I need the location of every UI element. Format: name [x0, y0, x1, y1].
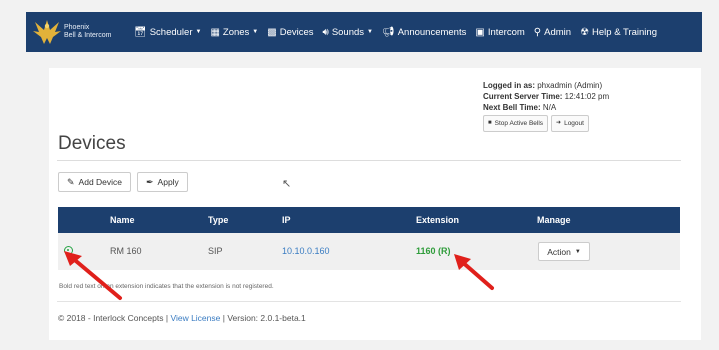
nav-announcements-label: Announcements [397, 26, 467, 38]
column-header-name: Name [110, 215, 135, 225]
nav-intercom-label: Intercom [487, 26, 525, 38]
nav-help[interactable]: ☢ Help & Training [580, 27, 657, 38]
top-navbar: Phoenix Bell & Intercom 📅︎ Scheduler ▼ ▦… [26, 12, 702, 52]
brand-line1: Phoenix [64, 24, 90, 31]
help-icon: ☢ [580, 26, 590, 38]
device-ip-link[interactable]: 10.10.0.160 [282, 246, 330, 256]
brand[interactable]: Phoenix Bell & Intercom [26, 16, 134, 48]
edit-icon: ✎ [67, 176, 75, 187]
page-title: Devices [58, 133, 126, 154]
device-extension: 1160 (R) [416, 246, 451, 256]
column-header-extension: Extension [416, 215, 460, 225]
nav-announcements[interactable]: 📢︎ Announcements [382, 27, 466, 38]
annotation-arrow-icon [454, 254, 494, 290]
brand-line2: Bell & Intercom [64, 32, 112, 39]
nav-zones[interactable]: ▦ Zones ▼ [210, 27, 258, 38]
table-header: Name Type IP Extension Manage [58, 207, 680, 233]
version-text: | Version: 2.0.1-beta.1 [222, 313, 306, 323]
zones-icon: ▦ [210, 26, 220, 38]
brand-text: Phoenix Bell & Intercom [64, 24, 111, 40]
server-time-label: Current Server Time: [483, 92, 563, 101]
stop-icon: ■ [488, 120, 492, 126]
apply-button[interactable]: ✒ Apply [137, 172, 188, 192]
nav-devices-label: Devices [279, 26, 314, 38]
nav-scheduler[interactable]: 📅︎ Scheduler ▼ [134, 27, 201, 38]
nav-sounds-label: Sounds [331, 26, 365, 38]
user-info: Logged in as: phxadmin (Admin) Current S… [483, 80, 609, 132]
add-device-button[interactable]: ✎ Add Device [58, 172, 132, 192]
column-header-manage: Manage [537, 215, 571, 225]
intercom-icon: ▣ [475, 26, 485, 38]
nav-help-label: Help & Training [592, 26, 657, 38]
server-time-value: 12:41:02 pm [564, 92, 610, 101]
view-license-link[interactable]: View License [170, 313, 220, 323]
speaker-icon: 🔊︎ [322, 26, 329, 38]
column-header-ip: IP [282, 215, 291, 225]
table-row[interactable]: RM 160 SIP 10.10.0.160 1160 (R) Action ▼ [58, 233, 680, 270]
next-bell-value: N/A [542, 103, 557, 112]
mouse-cursor-icon: ↖ [282, 178, 292, 190]
nav-intercom[interactable]: ▣ Intercom [475, 27, 524, 38]
annotation-arrow-icon [64, 251, 122, 300]
chevron-down-icon: ▼ [252, 29, 259, 35]
stop-active-bells-label: Stop Active Bells [494, 120, 544, 127]
logout-icon: ➜ [556, 120, 562, 126]
footer: © 2018 - Interlock Concepts | View Licen… [58, 313, 306, 323]
action-label: Action [547, 246, 571, 257]
device-type: SIP [208, 246, 223, 256]
add-device-label: Add Device [78, 177, 123, 187]
logged-in-value: phxadmin (Admin) [537, 81, 603, 90]
chevron-down-icon: ▼ [195, 29, 202, 35]
logout-label: Logout [564, 120, 584, 127]
nav-sounds[interactable]: 🔊︎ Sounds ▼ [323, 27, 374, 38]
chevron-down-icon: ▼ [574, 248, 581, 255]
next-bell-label: Next Bell Time: [483, 103, 541, 112]
chevron-down-icon: ▼ [367, 29, 373, 35]
action-dropdown-button[interactable]: Action ▼ [538, 242, 590, 261]
nav-zones-label: Zones [222, 26, 250, 38]
pencil-icon: ✒ [146, 176, 154, 187]
megaphone-icon: 📢︎ [382, 26, 395, 38]
nav-admin-label: Admin [544, 26, 572, 38]
nav-admin[interactable]: ⚲ Admin [534, 27, 571, 38]
divider [57, 160, 681, 161]
phoenix-logo-icon [33, 20, 61, 44]
user-icon: ⚲ [533, 26, 542, 38]
column-header-type: Type [208, 215, 229, 225]
stop-active-bells-button[interactable]: ■ Stop Active Bells [483, 115, 549, 132]
logged-in-label: Logged in as: [483, 81, 535, 90]
nav-scheduler-label: Scheduler [149, 26, 193, 38]
copyright-text: © 2018 - Interlock Concepts | [58, 313, 169, 323]
devices-icon: ▩ [267, 26, 277, 38]
apply-label: Apply [157, 177, 179, 187]
calendar-icon: 📅︎ [134, 26, 147, 38]
nav-devices[interactable]: ▩ Devices [267, 27, 313, 38]
divider [57, 301, 681, 302]
logout-button[interactable]: ➜ Logout [551, 115, 589, 132]
